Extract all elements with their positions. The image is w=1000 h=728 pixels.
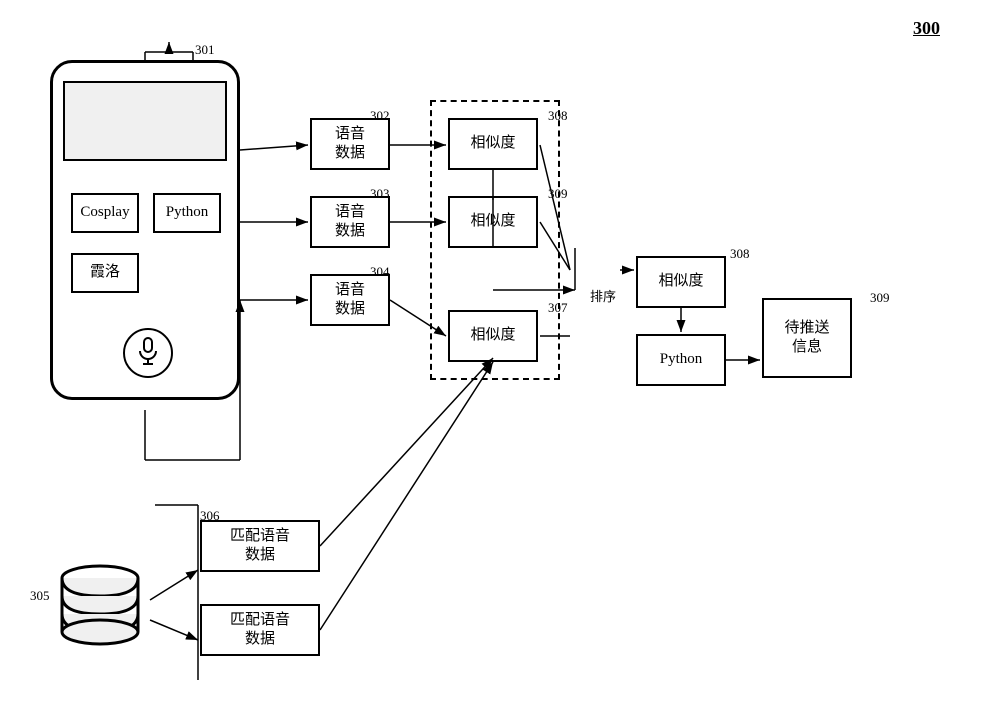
phone-screen — [63, 81, 227, 161]
python-item: Python — [153, 193, 221, 233]
similarity-309-left: 相似度 — [448, 196, 538, 248]
similarity-308-left: 相似度 — [448, 118, 538, 170]
similarity-308-right: 相似度 — [636, 256, 726, 308]
label-309-left: 309 — [548, 186, 568, 202]
similarity-307: 相似度 — [448, 310, 538, 362]
label-307: 307 — [548, 300, 568, 316]
xialo-item: 霞洛 — [71, 253, 139, 293]
label-302: 302 — [370, 108, 390, 124]
label-309-right: 309 — [870, 290, 890, 306]
mic-button[interactable] — [123, 328, 173, 378]
database-icon — [50, 560, 150, 660]
label-308-right: 308 — [730, 246, 750, 262]
label-305: 305 — [30, 588, 50, 604]
label-301: 301 — [195, 42, 215, 58]
diagram: 300 Cosplay Python 霞洛 301 语音数据 语音数据 语音数据… — [0, 0, 1000, 728]
audio-data-302: 语音数据 — [310, 118, 390, 170]
label-308-left: 308 — [548, 108, 568, 124]
audio-data-303: 语音数据 — [310, 196, 390, 248]
paixu-label: 排序 — [590, 286, 616, 305]
audio-data-304: 语音数据 — [310, 274, 390, 326]
cosplay-item: Cosplay — [71, 193, 139, 233]
label-304: 304 — [370, 264, 390, 280]
match-audio-2: 匹配语音数据 — [200, 604, 320, 656]
mic-icon — [136, 337, 160, 370]
phone: Cosplay Python 霞洛 — [50, 60, 240, 400]
python-right: Python — [636, 334, 726, 386]
pending-push: 待推送信息 — [762, 298, 852, 378]
label-303: 303 — [370, 186, 390, 202]
label-306: 306 — [200, 508, 220, 524]
figure-number: 300 — [913, 18, 940, 39]
match-audio-1: 匹配语音数据 — [200, 520, 320, 572]
